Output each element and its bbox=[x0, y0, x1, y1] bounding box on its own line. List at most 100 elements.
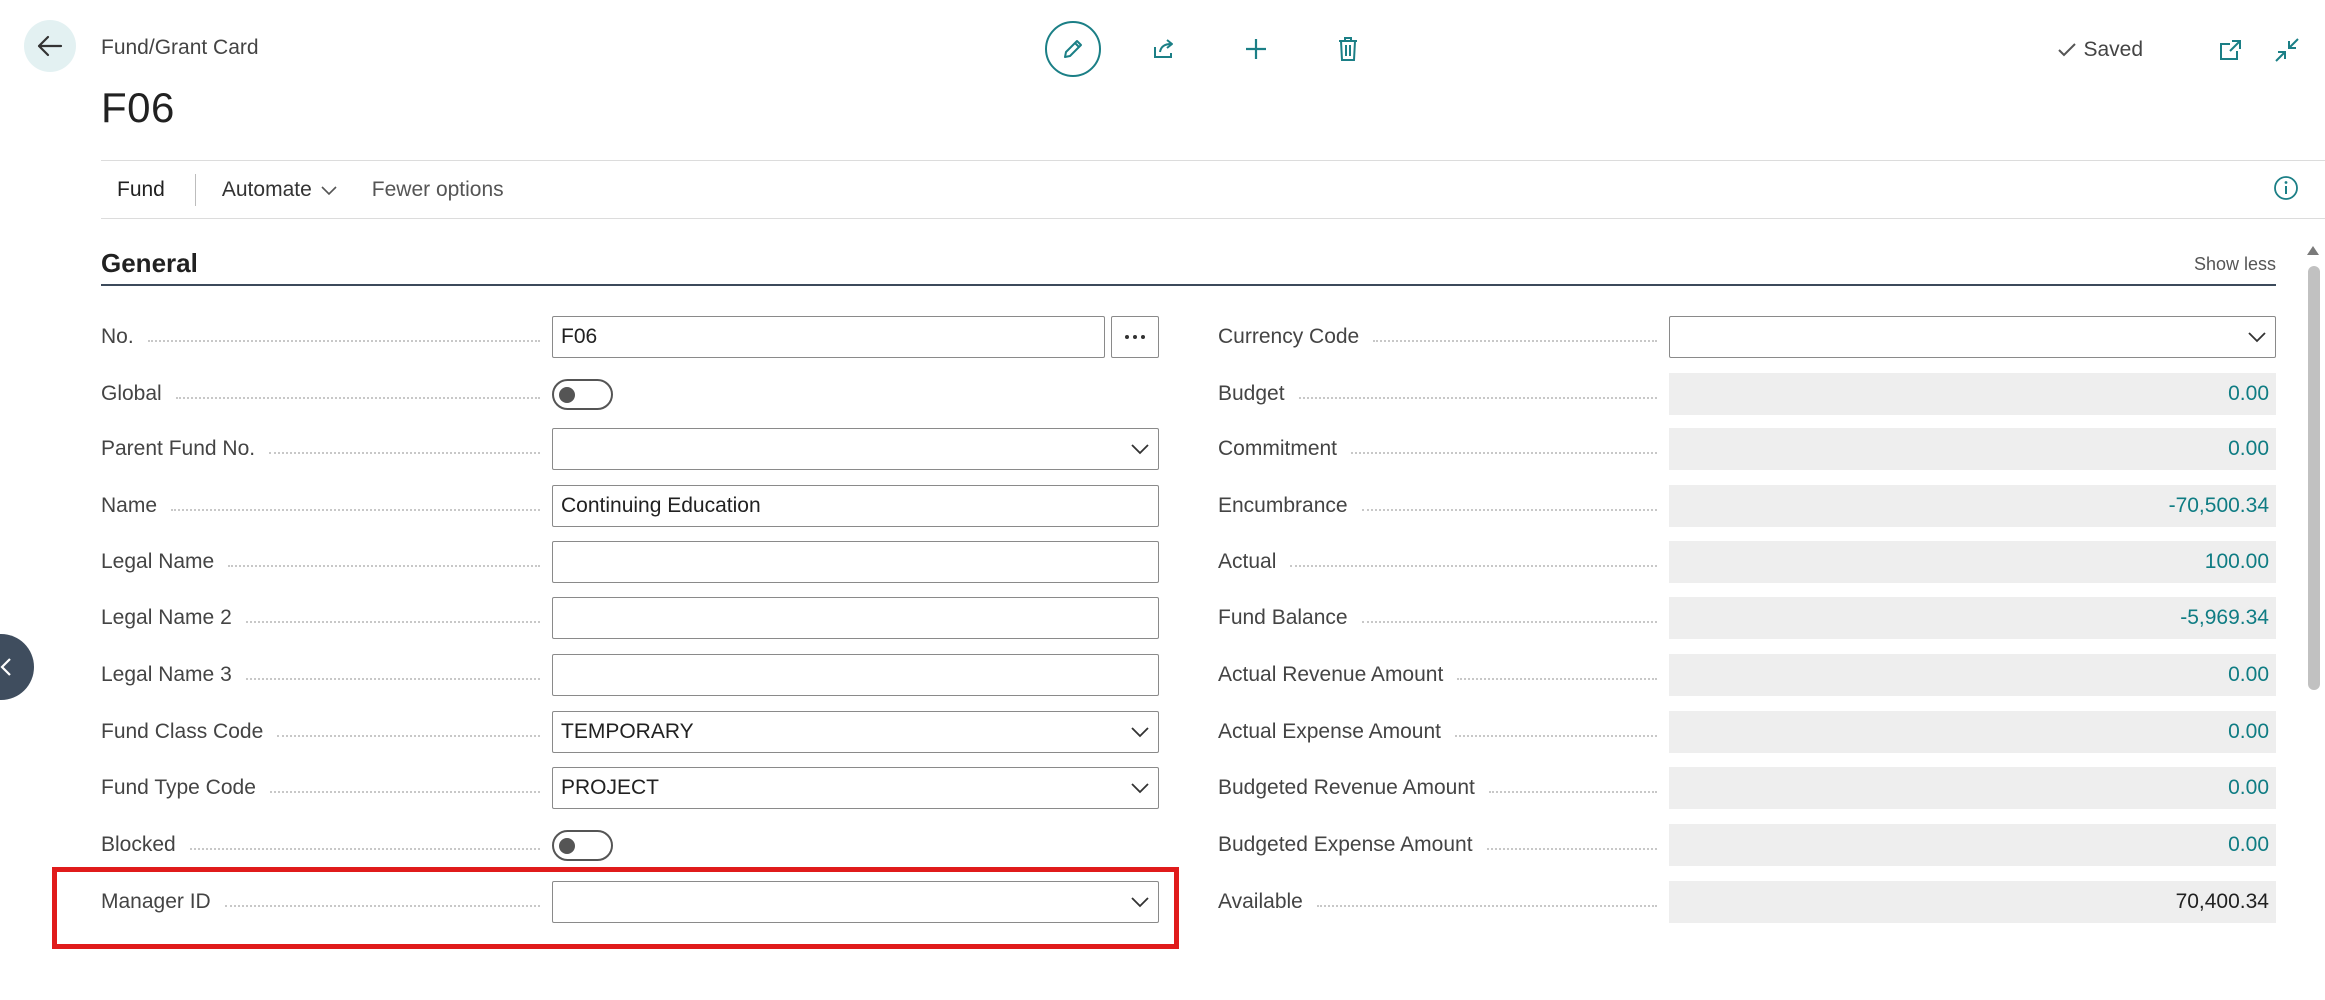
action-separator bbox=[194, 174, 196, 206]
scroll-up-arrow[interactable] bbox=[2307, 246, 2319, 255]
chevron-down-icon bbox=[1131, 783, 1149, 794]
chevron-left-icon bbox=[0, 658, 11, 676]
section-title[interactable]: General bbox=[101, 248, 2276, 279]
available-value: 70,400.34 bbox=[1669, 881, 2276, 923]
new-button[interactable] bbox=[1227, 20, 1285, 78]
collapse-icon bbox=[2275, 38, 2299, 62]
field-actual-expense-amount: Actual Expense Amount 0.00 bbox=[1218, 711, 2276, 753]
actual-value[interactable]: 100.00 bbox=[1669, 541, 2276, 583]
chevron-down-icon bbox=[1131, 727, 1149, 738]
fewer-options-button[interactable]: Fewer options bbox=[348, 178, 528, 202]
general-section-header: General Show less bbox=[101, 248, 2276, 286]
no-input[interactable]: F06 bbox=[552, 316, 1105, 358]
chevron-down-icon bbox=[1131, 444, 1149, 455]
currency-code-select[interactable] bbox=[1669, 316, 2276, 358]
parent-fund-no-select[interactable] bbox=[552, 428, 1159, 470]
budgeted-revenue-amount-value[interactable]: 0.00 bbox=[1669, 767, 2276, 809]
page-tools: Saved bbox=[2057, 34, 2305, 66]
saved-label: Saved bbox=[2083, 38, 2143, 61]
field-label: Legal Name 3 bbox=[101, 663, 552, 687]
field-label: Budgeted Expense Amount bbox=[1218, 833, 1669, 857]
factbox-toggle-button[interactable] bbox=[0, 634, 34, 700]
breadcrumb: Fund/Grant Card bbox=[101, 36, 259, 59]
no-assist-button[interactable] bbox=[1111, 316, 1159, 358]
actual-expense-amount-value[interactable]: 0.00 bbox=[1669, 711, 2276, 753]
actions-divider bbox=[101, 218, 2325, 219]
field-label: Fund Balance bbox=[1218, 606, 1669, 630]
field-label: Available bbox=[1218, 890, 1669, 914]
field-fund-balance: Fund Balance -5,969.34 bbox=[1218, 597, 2276, 639]
record-toolbar bbox=[1045, 20, 1411, 78]
plus-icon bbox=[1246, 39, 1266, 59]
field-actual: Actual 100.00 bbox=[1218, 541, 2276, 583]
field-label: Legal Name 2 bbox=[101, 606, 552, 630]
pencil-icon bbox=[1064, 40, 1082, 58]
field-available: Available 70,400.34 bbox=[1218, 881, 2276, 923]
open-in-new-window-icon bbox=[2220, 40, 2241, 60]
action-bar: Fund Automate Fewer options bbox=[101, 161, 528, 219]
ellipsis-icon bbox=[1125, 335, 1145, 339]
field-label: Commitment bbox=[1218, 437, 1669, 461]
global-toggle[interactable] bbox=[552, 378, 613, 410]
highlight-box bbox=[52, 867, 1179, 949]
field-label: Parent Fund No. bbox=[101, 437, 552, 461]
delete-button[interactable] bbox=[1319, 20, 1377, 78]
field-budgeted-expense-amount: Budgeted Expense Amount 0.00 bbox=[1218, 824, 2276, 866]
scrollbar-thumb[interactable] bbox=[2308, 266, 2320, 690]
field-legal-name: Legal Name bbox=[101, 541, 1159, 583]
budget-value[interactable]: 0.00 bbox=[1669, 373, 2276, 415]
share-button[interactable] bbox=[1135, 20, 1193, 78]
fund-balance-value[interactable]: -5,969.34 bbox=[1669, 597, 2276, 639]
share-icon bbox=[1154, 39, 1173, 58]
edit-button[interactable] bbox=[1045, 21, 1101, 77]
field-global: Global bbox=[101, 373, 1159, 415]
back-button[interactable] bbox=[24, 20, 76, 72]
open-new-window-button[interactable] bbox=[2213, 34, 2249, 66]
field-legal-name-3: Legal Name 3 bbox=[101, 654, 1159, 696]
field-budget: Budget 0.00 bbox=[1218, 373, 2276, 415]
blocked-toggle[interactable] bbox=[552, 829, 613, 861]
field-parent-fund-no: Parent Fund No. bbox=[101, 428, 1159, 470]
page-title: F06 bbox=[101, 84, 175, 131]
collapse-button[interactable] bbox=[2269, 34, 2305, 66]
legal-name-3-input[interactable] bbox=[552, 654, 1159, 696]
field-encumbrance: Encumbrance -70,500.34 bbox=[1218, 485, 2276, 527]
field-legal-name-2: Legal Name 2 bbox=[101, 597, 1159, 639]
actual-revenue-amount-value[interactable]: 0.00 bbox=[1669, 654, 2276, 696]
info-button[interactable] bbox=[2273, 175, 2299, 206]
automate-label: Automate bbox=[221, 178, 312, 201]
field-label: Actual bbox=[1218, 550, 1669, 574]
field-label: Fund Type Code bbox=[101, 776, 552, 800]
field-no: No. F06 bbox=[101, 316, 1159, 358]
automate-menu[interactable]: Automate bbox=[212, 178, 348, 202]
name-input[interactable]: Continuing Education bbox=[552, 485, 1159, 527]
legal-name-2-input[interactable] bbox=[552, 597, 1159, 639]
field-label: Legal Name bbox=[101, 550, 552, 574]
field-label: Budget bbox=[1218, 382, 1669, 406]
fund-action[interactable]: Fund bbox=[101, 178, 181, 202]
field-currency-code: Currency Code bbox=[1218, 316, 2276, 358]
field-label: Blocked bbox=[101, 833, 552, 857]
fund-class-code-select[interactable]: TEMPORARY bbox=[552, 711, 1159, 753]
chevron-down-icon bbox=[321, 186, 337, 196]
field-fund-class-code: Fund Class Code TEMPORARY bbox=[101, 711, 1159, 753]
commitment-value[interactable]: 0.00 bbox=[1669, 428, 2276, 470]
checkmark-icon bbox=[2058, 43, 2077, 57]
field-budgeted-revenue-amount: Budgeted Revenue Amount 0.00 bbox=[1218, 767, 2276, 809]
encumbrance-value[interactable]: -70,500.34 bbox=[1669, 485, 2276, 527]
chevron-down-icon bbox=[2248, 332, 2266, 343]
field-label: Name bbox=[101, 494, 552, 518]
legal-name-input[interactable] bbox=[552, 541, 1159, 583]
field-label: Fund Class Code bbox=[101, 720, 552, 744]
show-less-link[interactable]: Show less bbox=[2194, 254, 2276, 275]
info-icon bbox=[2274, 176, 2298, 200]
field-label: Budgeted Revenue Amount bbox=[1218, 776, 1669, 800]
field-blocked: Blocked bbox=[101, 824, 1159, 866]
field-actual-revenue-amount: Actual Revenue Amount 0.00 bbox=[1218, 654, 2276, 696]
budgeted-expense-amount-value[interactable]: 0.00 bbox=[1669, 824, 2276, 866]
saved-status: Saved bbox=[2057, 38, 2143, 62]
field-label: Actual Revenue Amount bbox=[1218, 663, 1669, 687]
back-arrow-icon bbox=[37, 35, 63, 57]
field-label: Global bbox=[101, 382, 552, 406]
fund-type-code-select[interactable]: PROJECT bbox=[552, 767, 1159, 809]
